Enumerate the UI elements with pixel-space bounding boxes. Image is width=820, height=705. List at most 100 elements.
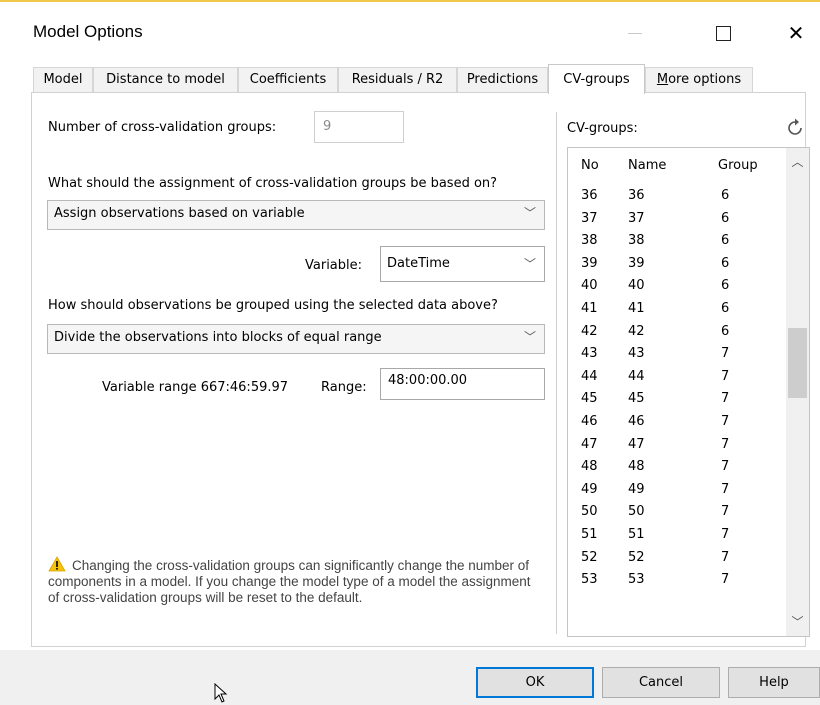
list-item[interactable]: 43 43 7 [568, 342, 788, 365]
scrollbar-thumb[interactable] [788, 328, 807, 398]
variable-label: Variable: [305, 258, 363, 273]
row-group: 7 [721, 436, 730, 452]
row-group: 7 [721, 549, 730, 565]
tab-more-options[interactable]: More options [645, 67, 753, 92]
row-no: 44 [581, 368, 598, 384]
row-no: 47 [581, 436, 598, 452]
row-name: 42 [628, 323, 645, 339]
list-item[interactable]: 45 45 7 [568, 387, 788, 410]
list-item[interactable]: 42 42 6 [568, 320, 788, 343]
close-button[interactable]: ✕ [773, 10, 819, 56]
tab-residuals-r2[interactable]: Residuals / R2 [338, 67, 457, 92]
row-group: 6 [721, 210, 730, 226]
list-item[interactable]: 40 40 6 [568, 274, 788, 297]
row-group: 6 [721, 323, 730, 339]
chevron-up-icon[interactable]: ︿ [786, 152, 809, 172]
chevron-down-icon: ﹀ [523, 330, 536, 344]
cancel-button[interactable]: Cancel [602, 667, 720, 698]
row-name: 38 [628, 233, 645, 249]
row-name: 39 [628, 255, 645, 271]
row-name: 36 [628, 188, 645, 203]
row-no: 39 [581, 255, 598, 271]
list-scrollbar[interactable]: ︿ ﹀ [786, 148, 809, 636]
minimize-button[interactable] [612, 10, 658, 56]
list-item[interactable]: 50 50 7 [568, 500, 788, 523]
grouping-dropdown[interactable]: Divide the observations into blocks of e… [47, 324, 545, 354]
row-group: 7 [721, 391, 730, 407]
row-group: 7 [721, 504, 730, 520]
row-no: 48 [581, 459, 598, 475]
list-item[interactable]: 47 47 7 [568, 433, 788, 456]
row-group: 7 [721, 481, 730, 497]
list-item[interactable]: 44 44 7 [568, 365, 788, 388]
window-title: Model Options [33, 22, 143, 41]
tab-model[interactable]: Model [33, 67, 93, 92]
title-bar: Model Options ✕ [0, 2, 820, 58]
list-item[interactable]: 53 53 7 [568, 568, 788, 591]
row-name: 45 [628, 391, 645, 407]
num-groups-input[interactable]: 9 [314, 111, 404, 143]
row-group: 7 [721, 346, 730, 362]
refresh-icon[interactable] [787, 118, 803, 136]
list-item[interactable]: 49 49 7 [568, 478, 788, 501]
tab-cv-groups[interactable]: CV-groups [548, 64, 645, 94]
row-name: 52 [628, 549, 645, 565]
cv-groups-title: CV-groups: [567, 121, 638, 136]
chevron-down-icon: ﹀ [523, 257, 536, 271]
list-item[interactable]: 37 37 6 [568, 207, 788, 230]
row-name: 46 [628, 414, 645, 429]
row-name: 51 [628, 527, 645, 542]
variable-range-label: Variable range 667:46:59.97 [102, 380, 289, 395]
list-item[interactable]: 52 52 7 [568, 546, 788, 569]
list-item[interactable]: 46 46 7 [568, 410, 788, 433]
mouse-cursor-icon [214, 683, 228, 703]
list-item[interactable]: 39 39 6 [568, 252, 788, 275]
assignment-question: What should the assignment of cross-vali… [48, 176, 498, 191]
grouping-question: How should observations be grouped using… [48, 298, 498, 313]
row-no: 40 [581, 278, 598, 294]
range-label: Range: [321, 380, 367, 395]
row-group: 6 [721, 301, 730, 316]
chevron-down-icon[interactable]: ﹀ [786, 612, 809, 632]
row-no: 43 [581, 346, 598, 362]
assignment-dropdown[interactable]: Assign observations based on variable ﹀ [47, 200, 545, 230]
row-group: 7 [721, 527, 730, 542]
row-no: 45 [581, 391, 598, 407]
column-header-name[interactable]: Name [628, 158, 666, 173]
row-name: 53 [628, 572, 645, 588]
list-item[interactable]: 51 51 7 [568, 523, 788, 546]
row-no: 42 [581, 323, 598, 339]
tab-coefficients[interactable]: Coefficients [238, 67, 338, 92]
row-name: 37 [628, 210, 645, 226]
section-divider [556, 112, 557, 634]
list-item[interactable]: 41 41 6 [568, 297, 788, 320]
tab-predictions[interactable]: Predictions [457, 67, 548, 92]
help-button[interactable]: Help [728, 667, 820, 698]
maximize-button[interactable] [700, 10, 746, 56]
list-item[interactable]: 38 38 6 [568, 229, 788, 252]
row-no: 52 [581, 549, 598, 565]
row-no: 51 [581, 527, 598, 542]
row-no: 36 [581, 188, 598, 203]
column-header-no[interactable]: No [581, 158, 599, 173]
list-item[interactable]: 36 36 6 [568, 184, 788, 207]
cv-groups-list[interactable]: No Name Group 36 36 6 37 37 6 38 38 6 39 39 6 40 40 6 4… [567, 147, 810, 637]
row-name: 44 [628, 368, 645, 384]
row-name: 50 [628, 504, 645, 520]
tab-distance-to-model[interactable]: Distance to model [93, 67, 238, 92]
row-no: 50 [581, 504, 598, 520]
row-group: 7 [721, 459, 730, 475]
column-header-group[interactable]: Group [718, 158, 758, 173]
list-item[interactable]: 48 48 7 [568, 455, 788, 478]
row-no: 53 [581, 572, 598, 588]
row-group: 7 [721, 368, 730, 384]
row-group: 7 [721, 572, 730, 588]
row-group: 6 [721, 278, 730, 294]
ok-button[interactable]: OK [476, 667, 594, 698]
close-icon: ✕ [787, 21, 805, 45]
variable-dropdown[interactable]: DateTime ﹀ [380, 246, 545, 282]
range-input[interactable]: 48:00:00.00 [380, 368, 545, 400]
minimize-icon [628, 32, 642, 34]
row-group: 7 [721, 414, 730, 429]
row-name: 47 [628, 436, 645, 452]
